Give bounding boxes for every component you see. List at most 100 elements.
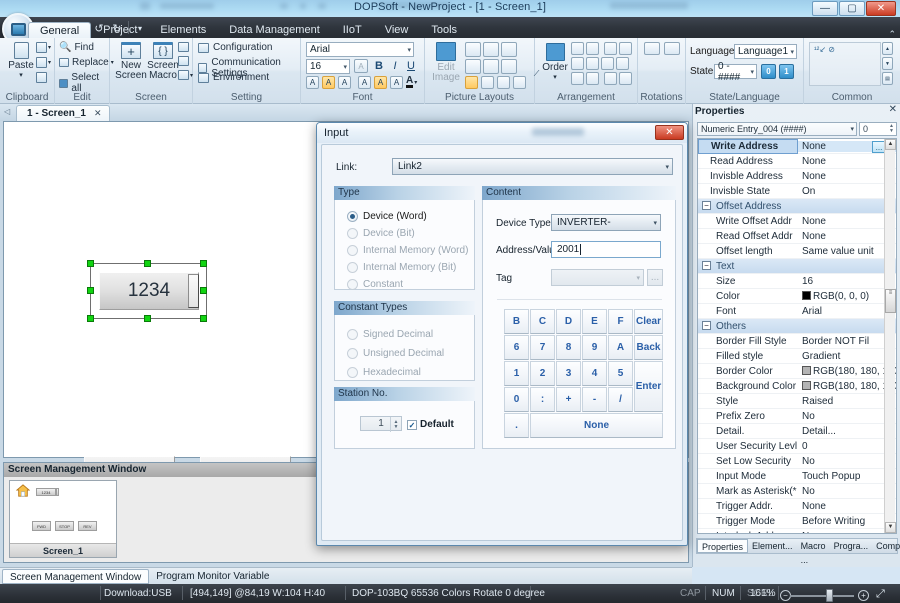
resize-handle-sw[interactable]	[87, 315, 94, 322]
key-f[interactable]: F	[608, 309, 633, 334]
key-8[interactable]: 8	[556, 335, 581, 360]
property-row-input-mode[interactable]: Input Mode Touch Popup	[698, 469, 896, 484]
property-row-text-font[interactable]: Font Arial	[698, 304, 896, 319]
screen-copy-icon[interactable]	[178, 42, 189, 52]
tab-scroll-left-icon[interactable]: ◁	[4, 107, 10, 116]
key-5[interactable]: 5	[608, 361, 633, 386]
order-caret-icon[interactable]: ▾	[553, 73, 557, 83]
property-row-filled-style[interactable]: Filled style Gradient	[698, 349, 896, 364]
collapse-icon[interactable]: −	[702, 320, 711, 330]
property-category-offset-address[interactable]: − Offset Address	[698, 199, 896, 214]
resize-handle-n[interactable]	[144, 260, 151, 267]
rotate-flip-h-icon[interactable]	[644, 42, 660, 55]
key-colon[interactable]: :	[530, 387, 555, 412]
align-left-icon[interactable]: A	[306, 76, 319, 89]
key-d[interactable]: D	[556, 309, 581, 334]
rotate-flip-v-icon[interactable]	[664, 42, 680, 55]
resize-handle-nw[interactable]	[87, 260, 94, 267]
property-row-border-color[interactable]: Border Color RGB(180, 180, 180)	[698, 364, 896, 379]
key-minus[interactable]: -	[582, 387, 607, 412]
tab-tools[interactable]: Tools	[420, 22, 468, 39]
same-height-icon[interactable]	[586, 72, 599, 85]
spinner-arrows-icon[interactable]: ▲ ▼	[889, 124, 896, 134]
layout-stretch-icon[interactable]	[465, 59, 481, 74]
font-family-combo[interactable]: Arial ▾	[306, 42, 414, 57]
property-row-trigger-mode[interactable]: Trigger Mode Before Writing	[698, 514, 896, 529]
resize-handle-e[interactable]	[200, 287, 207, 294]
key-clear[interactable]: Clear	[634, 309, 663, 334]
common-more-icon[interactable]: ▤	[882, 72, 893, 85]
font-size-combo[interactable]: 16 ▾	[306, 59, 350, 74]
align-bottom-icon[interactable]: A	[390, 76, 403, 89]
align-right-icon[interactable]: A	[338, 76, 351, 89]
screen-macro-button[interactable]: { } Screen Macro	[147, 42, 179, 81]
property-row-interlock-address[interactable]: Interlock Address None	[698, 529, 896, 534]
tab-elements[interactable]: Elements	[149, 22, 217, 39]
distribute-v-icon[interactable]	[586, 57, 599, 70]
scrollbar-thumb[interactable]: ≡	[885, 289, 896, 313]
property-row-write-address[interactable]: Write Address None	[698, 139, 896, 154]
bold-button[interactable]: B	[372, 59, 386, 73]
screen-open-icon[interactable]	[178, 56, 189, 66]
key-slash[interactable]: /	[608, 387, 633, 412]
font-color-button[interactable]: A ▾	[406, 76, 417, 88]
layout-original-icon[interactable]	[465, 76, 478, 89]
props-tab-component[interactable]: Compo...	[872, 539, 900, 553]
find-button[interactable]: 🔍 Find	[59, 42, 94, 53]
key-2[interactable]: 2	[530, 361, 555, 386]
underline-button[interactable]: U	[404, 59, 418, 73]
state-0-button[interactable]: 0	[761, 64, 776, 79]
rotate-right-icon[interactable]	[664, 58, 680, 71]
key-0[interactable]: 0	[504, 387, 529, 412]
tab-view[interactable]: View	[374, 22, 420, 39]
layout-flip-v-icon[interactable]	[501, 42, 517, 57]
props-tab-program[interactable]: Progra...	[830, 539, 873, 553]
layout-tile-icon[interactable]	[465, 42, 481, 57]
property-category-text[interactable]: − Text	[698, 259, 896, 274]
property-row-style[interactable]: Style Raised	[698, 394, 896, 409]
screen-import-icon[interactable]: ▾	[178, 70, 193, 80]
property-row-user-security-level[interactable]: User Security Levl 0	[698, 439, 896, 454]
key-back[interactable]: Back	[634, 335, 663, 360]
state-combo[interactable]: 0 - #### ▾	[714, 61, 757, 83]
screen-thumbnail-screen-1[interactable]: 1234 FWD STOP REV Screen_1	[9, 480, 117, 558]
spinner-arrows-icon[interactable]: ▲ ▼	[390, 417, 401, 432]
layout-fill-icon[interactable]	[497, 76, 510, 89]
maximize-button[interactable]: ▢	[839, 1, 865, 16]
duplicate-icon[interactable]	[36, 72, 47, 83]
align-center-icon[interactable]: A	[322, 76, 335, 89]
align-bottom-edges-icon[interactable]	[619, 42, 632, 55]
tab-data-management[interactable]: Data Management	[218, 22, 331, 39]
key-1[interactable]: 1	[504, 361, 529, 386]
language-combo[interactable]: Language1 ▾	[734, 44, 797, 59]
key-3[interactable]: 3	[556, 361, 581, 386]
layout-fit-icon[interactable]	[501, 59, 517, 74]
key-9[interactable]: 9	[582, 335, 607, 360]
resize-handle-w[interactable]	[87, 287, 94, 294]
align-left-edges-icon[interactable]	[571, 42, 584, 55]
key-none[interactable]: None	[530, 413, 663, 438]
key-e[interactable]: E	[582, 309, 607, 334]
scroll-up-icon[interactable]: ▲	[885, 139, 896, 150]
cut-icon[interactable]: ▾	[36, 42, 51, 53]
key-4[interactable]: 4	[582, 361, 607, 386]
tag-browse-button[interactable]: ...	[647, 269, 663, 286]
common-scroll-down-icon[interactable]: ▼	[882, 57, 893, 70]
space-h-icon[interactable]	[604, 72, 617, 85]
layout-flip-h-icon[interactable]	[483, 42, 499, 57]
properties-close-icon[interactable]: ✕	[889, 104, 897, 115]
props-tab-macro[interactable]: Macro ...	[797, 539, 830, 565]
font-clear-format-icon[interactable]: A	[354, 59, 368, 73]
zoom-in-icon[interactable]: +	[858, 590, 869, 601]
station-default-checkbox[interactable]: ✓ Default	[407, 419, 454, 430]
station-no-spinner[interactable]: 1 ▲ ▼	[360, 416, 402, 432]
zoom-slider-knob[interactable]	[826, 589, 833, 602]
resize-handle-ne[interactable]	[200, 260, 207, 267]
order-button[interactable]: Order ▾	[540, 43, 570, 83]
align-top-edges-icon[interactable]	[604, 42, 617, 55]
space-v-icon[interactable]	[619, 72, 632, 85]
input-dialog[interactable]: Input ✕ Link: Link2 ▾ Type Device (Word)	[316, 122, 688, 546]
minimize-button[interactable]: —	[812, 1, 838, 16]
property-row-prefix-zero[interactable]: Prefix Zero No	[698, 409, 896, 424]
key-6[interactable]: 6	[504, 335, 529, 360]
